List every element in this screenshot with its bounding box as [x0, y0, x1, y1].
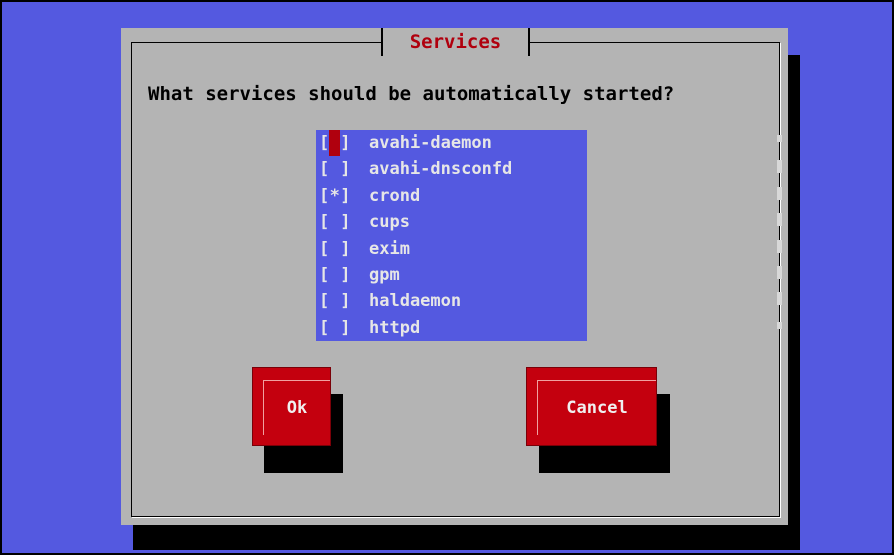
- scrollbar-segment: [777, 160, 782, 173]
- checkbox-bracket: ]: [340, 185, 351, 206]
- checkbox-bracket: ]: [340, 317, 351, 338]
- service-name: avahi-daemon: [369, 133, 492, 153]
- checkbox-mark: [329, 209, 340, 235]
- checkbox-bracket: [: [319, 264, 330, 285]
- checkbox-bracket: ]: [340, 291, 351, 312]
- checkbox-bracket: [: [319, 185, 330, 206]
- cancel-button-label: Cancel: [537, 380, 656, 435]
- service-checkbox[interactable]: [ ]: [319, 209, 351, 235]
- checkbox-mark: [329, 156, 340, 182]
- service-name: httpd: [369, 317, 421, 338]
- service-checkbox[interactable]: [ ]: [319, 156, 351, 182]
- checkbox-bracket: ]: [340, 159, 351, 180]
- list-scrollbar[interactable]: [774, 130, 784, 341]
- checkbox-mark: [329, 262, 340, 288]
- service-item-httpd[interactable]: [ ] httpd: [316, 315, 587, 341]
- checkbox-mark: *: [329, 185, 340, 206]
- service-item-avahi-daemon[interactable]: [ ] avahi-daemon: [316, 130, 587, 157]
- service-item-gpm[interactable]: [ ] gpm: [316, 262, 587, 288]
- service-item-avahi-dnsconfd[interactable]: [ ] avahi-dnsconfd: [316, 156, 587, 182]
- scrollbar-segment: [777, 292, 782, 305]
- checkbox-mark: [329, 288, 340, 314]
- checkbox-bracket: ]: [340, 133, 351, 153]
- service-name: crond: [369, 185, 421, 206]
- scrollbar-segment: [777, 240, 782, 253]
- checkbox-bracket: ]: [340, 264, 351, 285]
- checkbox-bracket: [: [319, 291, 330, 312]
- scrollbar-segment: [777, 266, 782, 279]
- checkbox-bracket: [: [319, 212, 330, 233]
- dialog-title: Services: [381, 28, 530, 56]
- service-name: gpm: [369, 264, 400, 285]
- service-checkbox[interactable]: [ ]: [319, 130, 351, 157]
- service-name: cups: [369, 212, 410, 233]
- services-list: [ ] avahi-daemon[ ] avahi-dnsconfd [*] crond…: [316, 130, 587, 341]
- checkbox-bracket: [: [319, 317, 330, 338]
- service-item-exim[interactable]: [ ] exim: [316, 236, 587, 262]
- checkbox-mark: [329, 315, 340, 341]
- service-checkbox[interactable]: [ ]: [319, 315, 351, 341]
- checkbox-bracket: [: [319, 133, 330, 153]
- checkbox-bracket: [: [319, 159, 330, 180]
- scrollbar-segment: [777, 135, 782, 142]
- service-item-cups[interactable]: [ ] cups: [316, 209, 587, 235]
- service-name: exim: [369, 238, 410, 259]
- checkbox-bracket: ]: [340, 238, 351, 259]
- services-dialog: Services What services should be automat…: [121, 28, 788, 525]
- scrollbar-segment: [777, 187, 782, 200]
- service-checkbox[interactable]: [ ]: [319, 262, 351, 288]
- service-item-crond[interactable]: [*] crond: [316, 183, 587, 209]
- checkbox-cursor: [329, 130, 341, 157]
- dialog-prompt: What services should be automatically st…: [148, 83, 675, 105]
- ok-button[interactable]: Ok: [252, 367, 331, 446]
- scrollbar-segment: [777, 322, 782, 329]
- checkbox-mark: [329, 236, 340, 262]
- services-listbox[interactable]: [ ] avahi-daemon[ ] avahi-dnsconfd [*] crond…: [316, 130, 782, 341]
- ok-button-label: Ok: [263, 380, 330, 435]
- service-checkbox[interactable]: [ ]: [319, 236, 351, 262]
- service-item-haldaemon[interactable]: [ ] haldaemon: [316, 288, 587, 314]
- scrollbar-segment: [777, 213, 782, 226]
- checkbox-bracket: [: [319, 238, 330, 259]
- service-name: avahi-dnsconfd: [369, 159, 513, 180]
- service-checkbox[interactable]: [ ]: [319, 288, 351, 314]
- cancel-button[interactable]: Cancel: [526, 367, 657, 446]
- service-checkbox[interactable]: [*]: [319, 183, 351, 209]
- service-name: haldaemon: [369, 291, 462, 312]
- checkbox-bracket: ]: [340, 212, 351, 233]
